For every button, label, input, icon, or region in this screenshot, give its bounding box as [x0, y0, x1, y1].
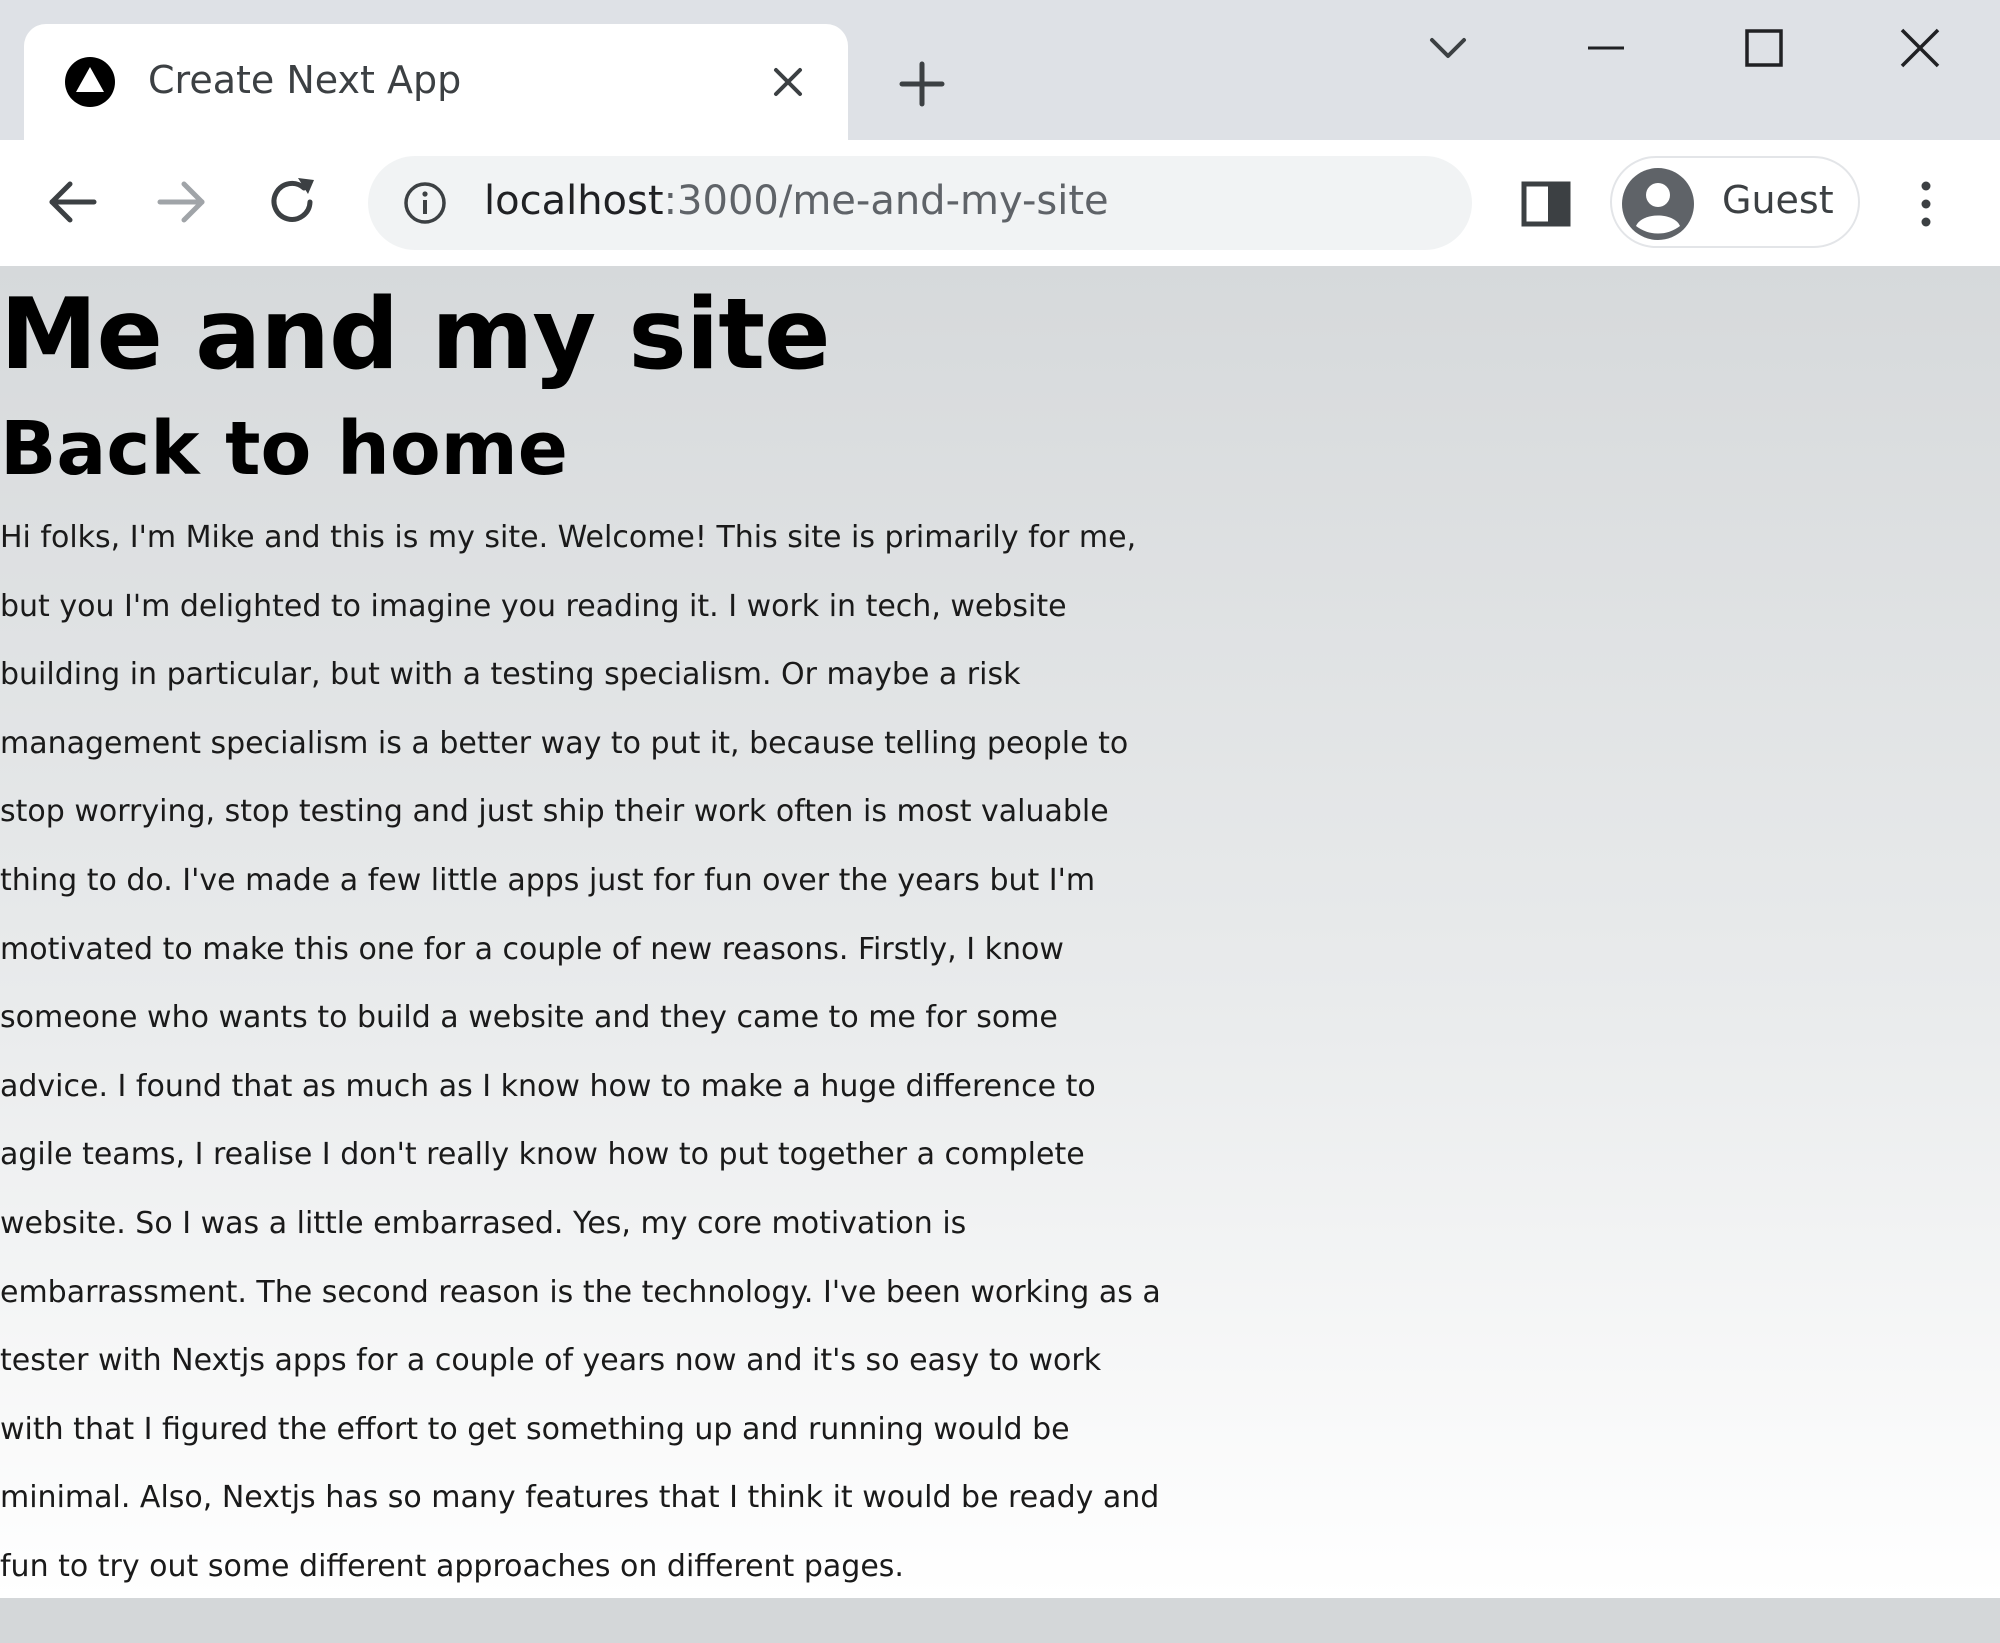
back-to-home-link[interactable]: Back to home — [0, 408, 568, 490]
intro-paragraph: Hi folks, I'm Mike and this is my site. … — [0, 504, 2000, 1598]
tab-strip: Create Next App — [0, 0, 2000, 140]
minimize-icon[interactable] — [1580, 22, 1632, 74]
window-bottom-edge — [0, 1598, 2000, 1643]
tab-title: Create Next App — [148, 58, 462, 102]
intro-line: management specialism is a better way to… — [0, 725, 1129, 761]
maximize-icon[interactable] — [1738, 22, 1790, 74]
chevron-down-icon[interactable] — [1426, 26, 1470, 70]
intro-line: motivated to make this one for a couple … — [0, 931, 1064, 967]
close-icon[interactable] — [1894, 22, 1946, 74]
intro-line: with that I figured the effort to get so… — [0, 1411, 1070, 1447]
intro-line: someone who wants to build a website and… — [0, 1000, 1058, 1036]
profile-button[interactable]: Guest — [1610, 156, 1860, 248]
intro-line: agile teams, I realise I don't really kn… — [0, 1137, 1085, 1173]
url-path: :3000/me-and-my-site — [663, 178, 1109, 224]
url-host: localhost — [484, 178, 664, 224]
intro-line: minimal. Also, Nextjs has so many featur… — [0, 1480, 1160, 1516]
intro-line: embarrassment. The second reason is the … — [0, 1274, 1161, 1310]
close-icon[interactable] — [768, 62, 808, 102]
page-viewport: Me and my site Back to home Hi folks, I'… — [0, 266, 2000, 1598]
intro-line: Hi folks, I'm Mike and this is my site. … — [0, 520, 1137, 555]
side-panel-icon[interactable] — [1518, 176, 1574, 232]
nextjs-triangle-icon — [65, 57, 115, 107]
tab-create-next-app[interactable]: Create Next App — [24, 24, 848, 140]
browser-window: Create Next App localhost:3000/me-and-my… — [0, 0, 2000, 1643]
plus-icon[interactable] — [896, 58, 948, 110]
url-text[interactable]: localhost:3000/me-and-my-site — [484, 178, 1109, 224]
arrow-right-icon[interactable] — [152, 172, 212, 232]
address-bar[interactable]: localhost:3000/me-and-my-site — [368, 156, 1472, 250]
person-icon — [1622, 168, 1694, 240]
reload-icon[interactable] — [262, 172, 322, 232]
intro-line: but you I'm delighted to imagine you rea… — [0, 588, 1067, 624]
browser-toolbar: localhost:3000/me-and-my-site Guest — [0, 140, 2000, 266]
intro-line: stop worrying, stop testing and just shi… — [0, 794, 1109, 830]
kebab-menu-icon[interactable] — [1906, 176, 1946, 232]
intro-line: tester with Nextjs apps for a couple of … — [0, 1343, 1102, 1379]
intro-line: advice. I found that as much as I know h… — [0, 1068, 1096, 1104]
intro-line: thing to do. I've made a few little apps… — [0, 862, 1096, 898]
page-title: Me and my site — [0, 278, 831, 392]
intro-line: website. So I was a little embarrased. Y… — [0, 1205, 967, 1241]
info-icon[interactable] — [402, 180, 448, 226]
profile-label: Guest — [1722, 178, 1834, 222]
intro-line: building in particular, but with a testi… — [0, 657, 1021, 693]
arrow-left-icon[interactable] — [42, 172, 102, 232]
intro-line: fun to try out some different approaches… — [0, 1548, 904, 1584]
